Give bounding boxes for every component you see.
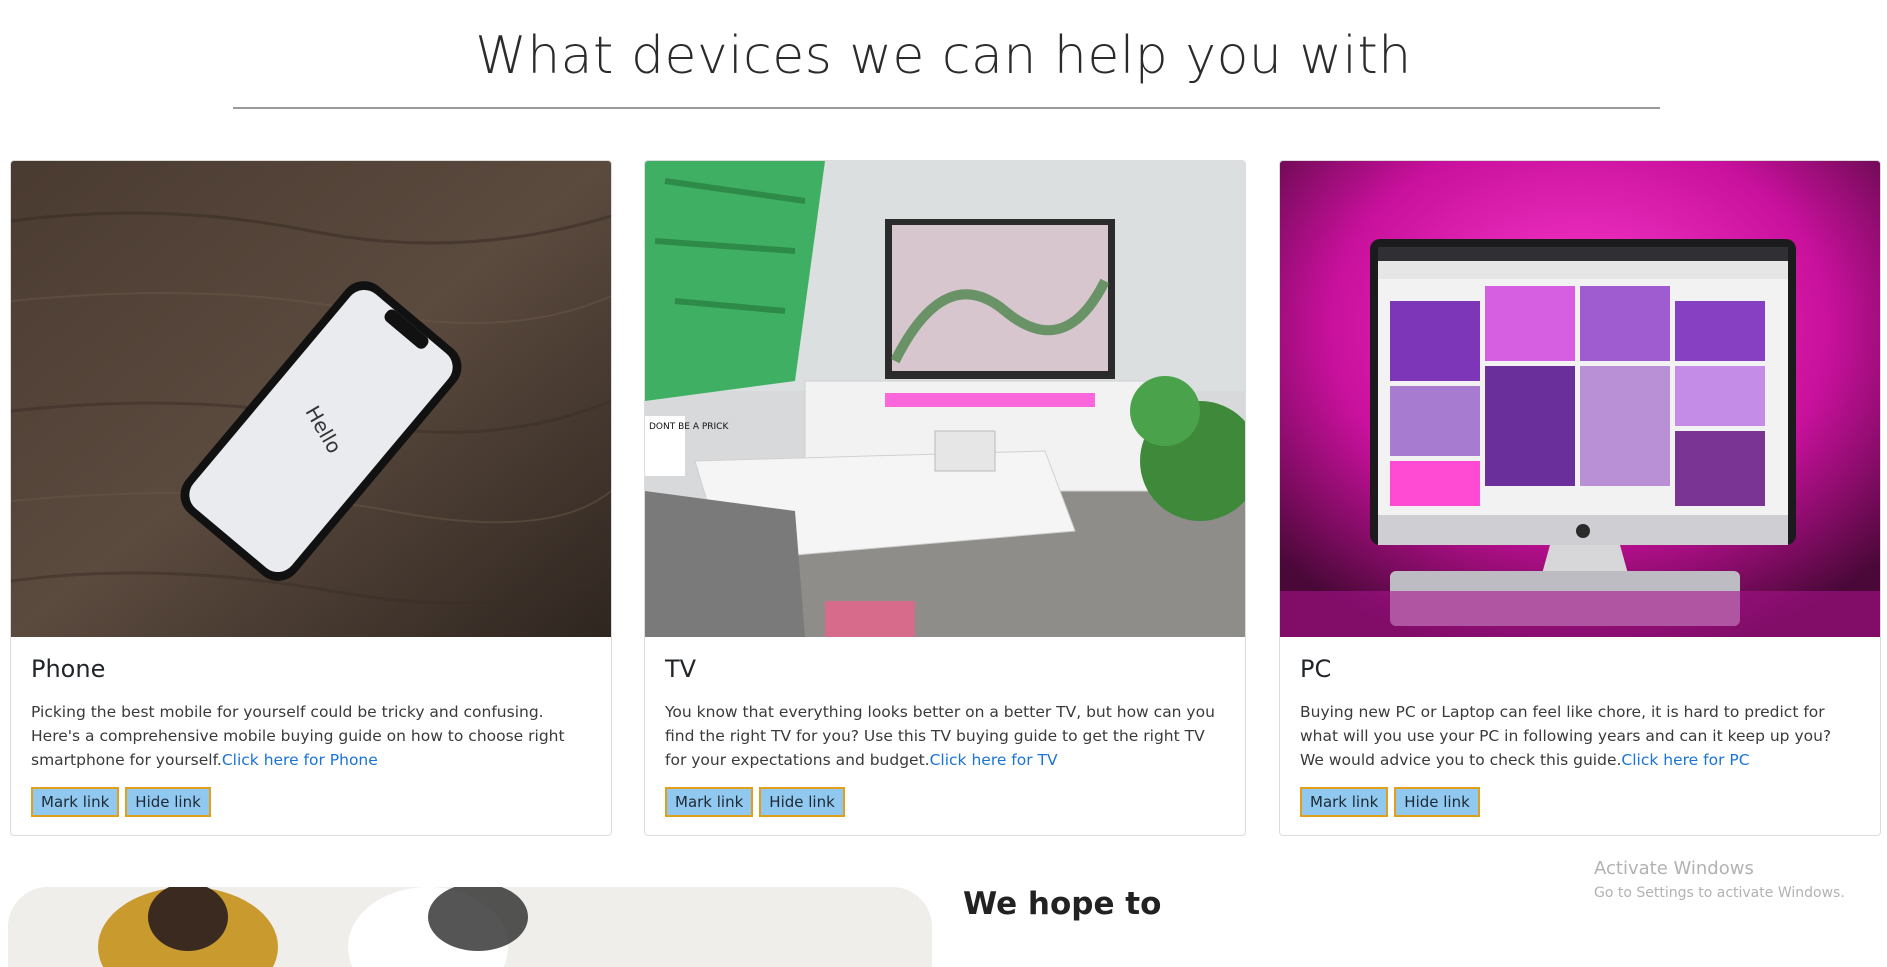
section-title-2: We hope to — [963, 886, 1162, 922]
hide-link-button-phone[interactable]: Hide link — [125, 787, 211, 817]
card-link-pc[interactable]: Click here for PC — [1621, 751, 1749, 769]
card-title-phone: Phone — [31, 655, 106, 683]
card-title-pc: PC — [1300, 655, 1332, 683]
watermark-line-2: Go to Settings to activate Windows. — [1594, 885, 1845, 901]
tv-image: DONT BE A PRICK — [645, 161, 1245, 637]
card-text-tv: You know that everything looks better on… — [665, 703, 1215, 769]
mark-link-button-tv[interactable]: Mark link — [665, 787, 754, 817]
card-link-tv[interactable]: Click here for TV — [930, 751, 1058, 769]
pc-image — [1280, 161, 1880, 637]
card-phone: Hello Phone Picking the best mobile for … — [10, 160, 612, 836]
mark-link-button-pc[interactable]: Mark link — [1300, 787, 1389, 817]
watermark-line-1: Activate Windows — [1594, 858, 1754, 879]
card-text-phone: Picking the best mobile for yourself cou… — [31, 703, 565, 769]
section-title: What devices we can help you with — [475, 26, 1412, 86]
activate-windows-watermark: Activate Windows Go to Settings to activ… — [1594, 858, 1845, 901]
card-link-phone[interactable]: Click here for Phone — [222, 751, 378, 769]
hide-link-button-pc[interactable]: Hide link — [1394, 787, 1480, 817]
card-title-tv: TV — [665, 655, 697, 683]
title-divider — [233, 107, 1660, 109]
phone-image: Hello — [11, 161, 611, 637]
card-text-pc: Buying new PC or Laptop can feel like ch… — [1300, 703, 1832, 769]
card-tv: DONT BE A PRICK TV You know that everyth… — [644, 160, 1246, 836]
mark-link-button-phone[interactable]: Mark link — [31, 787, 120, 817]
section-image — [8, 887, 932, 967]
hide-link-button-tv[interactable]: Hide link — [759, 787, 845, 817]
sign-text: DONT BE A PRICK — [649, 422, 729, 432]
card-pc: PC Buying new PC or Laptop can feel like… — [1279, 160, 1881, 836]
